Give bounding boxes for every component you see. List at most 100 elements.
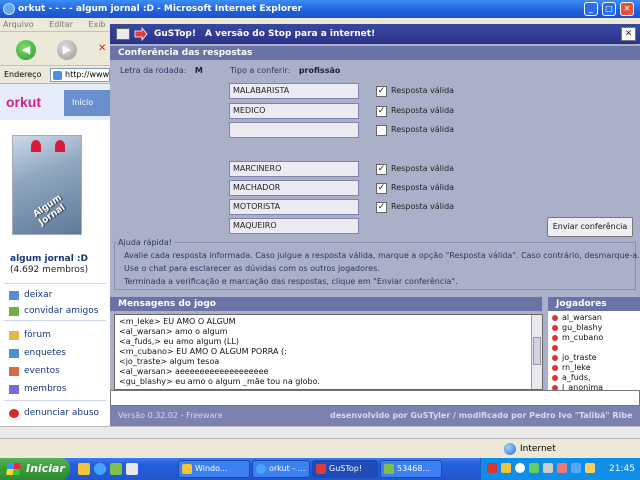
address-value: http://www bbox=[65, 70, 110, 79]
valid-checkbox[interactable]: ✓ bbox=[376, 183, 387, 194]
folder-icon bbox=[182, 464, 192, 474]
scroll-thumb[interactable] bbox=[533, 337, 541, 365]
system-tray: 21:45 bbox=[480, 458, 640, 480]
letter-value: M bbox=[194, 66, 203, 75]
gustop-window: GuSTop! A versão do Stop para a internet… bbox=[110, 24, 640, 426]
valid-checkbox[interactable]: ✓ bbox=[376, 106, 387, 117]
update-icon[interactable] bbox=[571, 463, 581, 473]
start-label: Iniciar bbox=[26, 462, 65, 475]
answer-field[interactable]: MACHADOR bbox=[229, 180, 359, 196]
browser-title: orkut - - - - algum jornal :D - Microsof… bbox=[18, 4, 303, 14]
valid-checkbox[interactable]: ✓ bbox=[376, 202, 387, 213]
media-icon[interactable] bbox=[126, 463, 138, 475]
battery-icon[interactable] bbox=[585, 463, 595, 473]
antivirus-icon[interactable] bbox=[557, 463, 567, 473]
divider bbox=[4, 400, 106, 401]
menu-file[interactable]: Arquivo bbox=[3, 20, 34, 29]
answer-field[interactable]: MARCINERO bbox=[229, 161, 359, 177]
shield-icon[interactable] bbox=[501, 463, 511, 473]
ie-icon bbox=[3, 3, 15, 15]
show-desktop-icon[interactable] bbox=[78, 463, 90, 475]
gustop-title-bar: GuSTop! A versão do Stop para a internet… bbox=[110, 24, 640, 44]
link-invite[interactable]: convidar amigos bbox=[24, 306, 98, 316]
link-report-abuse[interactable]: denunciar abuso bbox=[24, 408, 99, 418]
horizontal-scrollbar[interactable] bbox=[0, 426, 640, 438]
answer-field[interactable]: MALABARISTA bbox=[229, 83, 359, 99]
task-other[interactable]: 53468... bbox=[380, 460, 442, 478]
chat-message: <a_fuds,> eu amo algum (LL) bbox=[119, 337, 239, 346]
answer-field[interactable]: MEDICO bbox=[229, 103, 359, 119]
chat-log[interactable]: <m_leke> EU AMO O ALGUM <al_warsan> amo … bbox=[114, 314, 543, 390]
ie-quicklaunch-icon[interactable] bbox=[94, 463, 106, 475]
valid-label: Resposta válida bbox=[391, 202, 455, 211]
members-icon bbox=[9, 385, 19, 394]
chat-message: <jo_traste> algum tesoa bbox=[119, 357, 220, 366]
player-name[interactable]: m_cubano bbox=[562, 333, 603, 342]
forum-icon bbox=[9, 331, 19, 340]
help-line: Terminada a verificação e marcação das r… bbox=[124, 277, 458, 286]
close-icon[interactable]: ✕ bbox=[621, 27, 636, 41]
network-icon[interactable] bbox=[529, 463, 539, 473]
divider bbox=[4, 320, 106, 321]
close-icon[interactable]: ✕ bbox=[620, 2, 634, 16]
chat-message: <gu_blashy> eu amo o algum _mãe tou na g… bbox=[119, 377, 320, 386]
tray-app-icon[interactable] bbox=[487, 463, 497, 473]
security-zone: Internet bbox=[520, 444, 556, 454]
valid-label: Resposta válida bbox=[391, 125, 455, 134]
answer-field[interactable]: MAQUEIRO bbox=[229, 218, 359, 234]
player-name[interactable]: al_warsan bbox=[562, 313, 602, 322]
community-name[interactable]: algum jornal :D bbox=[10, 254, 88, 264]
messages-title: Mensagens do jogo bbox=[110, 297, 542, 311]
chat-input[interactable] bbox=[110, 390, 640, 406]
back-arrow-icon[interactable]: ◀ bbox=[16, 40, 36, 60]
player-name[interactable]: gu_blashy bbox=[562, 323, 602, 332]
menu-view[interactable]: Exib bbox=[88, 20, 105, 29]
report-icon bbox=[9, 409, 19, 418]
section-title: Conferência das respostas bbox=[110, 46, 640, 60]
menu-edit[interactable]: Editar bbox=[49, 20, 73, 29]
task-windows[interactable]: Windo... bbox=[178, 460, 250, 478]
player-status-icon bbox=[552, 375, 558, 381]
messenger-tray-icon[interactable] bbox=[515, 463, 525, 473]
task-label: orkut - ... bbox=[269, 464, 306, 473]
send-review-button[interactable]: Enviar conferência bbox=[547, 217, 633, 237]
valid-checkbox[interactable] bbox=[376, 125, 387, 136]
player-name[interactable]: rn_leke bbox=[562, 363, 591, 372]
browser-status-bar: Internet bbox=[0, 438, 640, 458]
stop-icon[interactable]: ✕ bbox=[98, 44, 108, 54]
orkut-logo[interactable]: orkut bbox=[6, 94, 41, 110]
start-button[interactable]: Iniciar bbox=[0, 458, 70, 480]
chat-message: <m_leke> EU AMO O ALGUM bbox=[119, 317, 236, 326]
chat-scrollbar[interactable] bbox=[531, 315, 542, 389]
task-orkut[interactable]: orkut - ... bbox=[252, 460, 310, 478]
answer-field[interactable]: MOTORISTA bbox=[229, 199, 359, 215]
valid-checkbox[interactable]: ✓ bbox=[376, 86, 387, 97]
nav-home[interactable]: Início bbox=[64, 90, 110, 116]
link-members[interactable]: membros bbox=[24, 384, 66, 394]
horn-icon bbox=[55, 140, 65, 152]
minimize-icon[interactable]: _ bbox=[584, 2, 598, 16]
messenger-icon[interactable] bbox=[110, 463, 122, 475]
version-text: Versão 0.32.02 - Freeware bbox=[118, 411, 223, 420]
poll-icon bbox=[9, 349, 19, 358]
valid-checkbox[interactable]: ✓ bbox=[376, 164, 387, 175]
link-polls[interactable]: enquetes bbox=[24, 348, 66, 358]
answer-field[interactable] bbox=[229, 122, 359, 138]
arrow-right-icon bbox=[134, 27, 148, 41]
forward-arrow-icon[interactable]: ▶ bbox=[57, 40, 77, 60]
player-status-icon bbox=[552, 325, 558, 331]
link-forum[interactable]: fórum bbox=[24, 330, 51, 340]
link-leave[interactable]: deixar bbox=[24, 290, 52, 300]
volume-icon[interactable] bbox=[543, 463, 553, 473]
app-logo-icon bbox=[116, 28, 130, 40]
maximize-icon[interactable]: □ bbox=[602, 2, 616, 16]
player-name[interactable]: jo_traste bbox=[562, 353, 597, 362]
task-gustop[interactable]: GuSTop! bbox=[312, 460, 378, 478]
leave-icon bbox=[9, 291, 19, 300]
address-input[interactable]: http://www bbox=[50, 68, 110, 82]
clock[interactable]: 21:45 bbox=[609, 458, 635, 480]
community-image[interactable]: Algum Jornal bbox=[12, 135, 82, 235]
player-name[interactable]: a_fuds, bbox=[562, 373, 591, 382]
link-events[interactable]: eventos bbox=[24, 366, 60, 376]
globe-icon bbox=[504, 443, 516, 455]
